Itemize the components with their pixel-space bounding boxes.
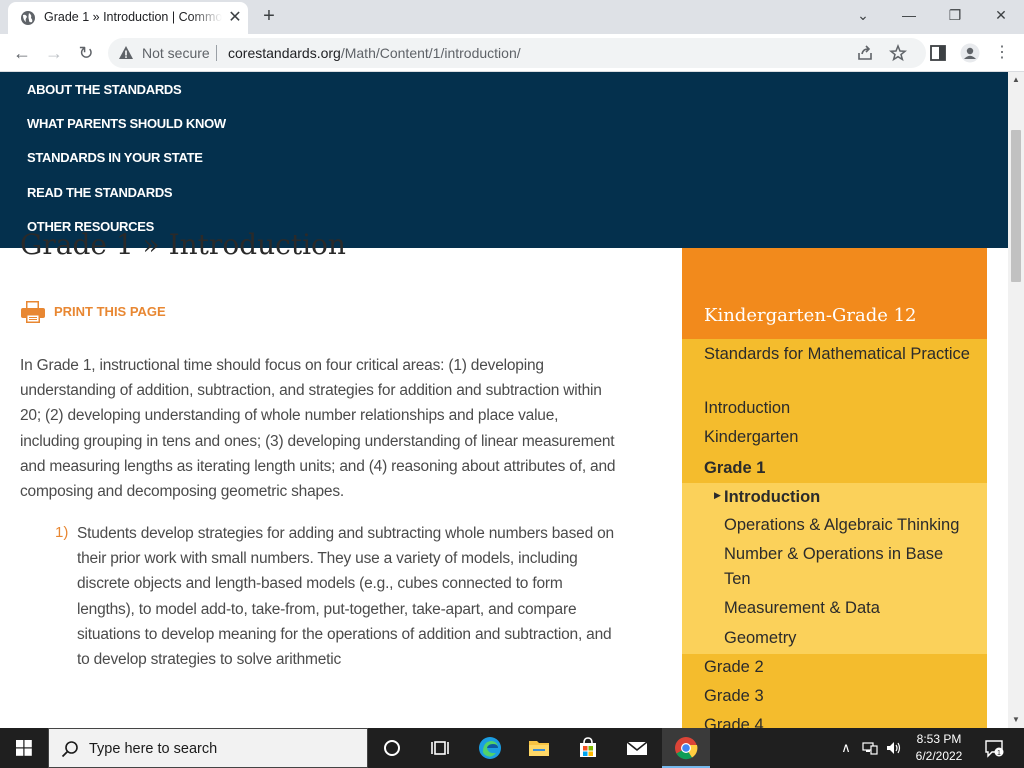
intro-paragraph: In Grade 1, instructional time should fo… bbox=[20, 357, 616, 501]
scroll-thumb[interactable] bbox=[1011, 130, 1021, 282]
url-text[interactable]: corestandards.org/Math/Content/1/introdu… bbox=[228, 45, 521, 61]
sidebar-item-kindergarten[interactable]: Kindergarten bbox=[704, 425, 798, 450]
omnibox-divider bbox=[216, 45, 217, 61]
restore-button[interactable]: ❐ bbox=[941, 4, 969, 26]
browser-tab-bar: Grade 1 » Introduction | Common Core Sta… bbox=[0, 0, 1024, 34]
svg-text:1: 1 bbox=[997, 750, 1001, 757]
site-top-nav: ABOUT THE STANDARDS WHAT PARENTS SHOULD … bbox=[0, 72, 1008, 248]
current-page-arrow-icon: ▶ bbox=[714, 490, 721, 500]
start-button[interactable] bbox=[0, 728, 48, 768]
sidebar-item-grade-1[interactable]: Grade 1 bbox=[704, 456, 765, 481]
warning-icon[interactable] bbox=[118, 45, 134, 61]
sidebar-item-grade-4[interactable]: Grade 4 bbox=[704, 713, 764, 728]
globe-icon bbox=[21, 11, 35, 25]
network-icon[interactable] bbox=[862, 740, 878, 756]
search-placeholder: Type here to search bbox=[89, 741, 218, 757]
browser-toolbar: ← → ↻ Not secure corestandards.org/Math/… bbox=[0, 34, 1024, 72]
sidebar-item-math-practice[interactable]: Standards for Mathematical Practice bbox=[704, 342, 974, 367]
side-panel-icon[interactable] bbox=[928, 43, 948, 63]
cortana-button[interactable] bbox=[368, 728, 416, 768]
page-scrollbar[interactable]: ▲ ▼ bbox=[1008, 72, 1024, 728]
print-page-link[interactable]: PRINT THIS PAGE bbox=[54, 304, 166, 319]
task-view-button[interactable] bbox=[416, 728, 464, 768]
windows-logo-icon bbox=[16, 740, 32, 756]
edge-browser-icon bbox=[479, 737, 501, 759]
sidebar-item-introduction[interactable]: Introduction bbox=[704, 396, 790, 421]
sidebar-subitem-measurement[interactable]: Measurement & Data bbox=[724, 596, 880, 621]
chrome-app-button[interactable] bbox=[662, 728, 710, 768]
share-icon[interactable] bbox=[856, 44, 874, 62]
minimize-button[interactable]: — bbox=[895, 4, 923, 26]
chrome-browser-icon bbox=[675, 737, 698, 760]
notification-center-icon[interactable]: 1 bbox=[984, 738, 1004, 758]
scroll-up-arrow-icon[interactable]: ▲ bbox=[1012, 76, 1020, 84]
nav-parents[interactable]: WHAT PARENTS SHOULD KNOW bbox=[27, 116, 226, 131]
sidebar-header: Kindergarten-Grade 12 bbox=[682, 248, 987, 339]
critical-area-1-paragraph: Students develop strategies for adding a… bbox=[77, 525, 614, 669]
tab-title: Grade 1 » Introduction | Common Core Sta… bbox=[44, 10, 222, 24]
url-domain: corestandards.org bbox=[228, 45, 341, 61]
security-label[interactable]: Not secure bbox=[142, 45, 210, 61]
printer-icon[interactable] bbox=[20, 299, 46, 325]
back-button[interactable]: ← bbox=[10, 41, 34, 65]
sidebar-subitem-base-ten[interactable]: Number & Operations in Base Ten bbox=[724, 542, 964, 592]
edge-app-button[interactable] bbox=[466, 728, 514, 768]
clock-date: 6/2/2022 bbox=[915, 749, 963, 763]
sidebar-heading[interactable]: Kindergarten-Grade 12 bbox=[704, 305, 917, 326]
mail-app-button[interactable] bbox=[613, 728, 661, 768]
taskbar-search-box[interactable]: Type here to search bbox=[48, 728, 368, 768]
page-viewport: ABOUT THE STANDARDS WHAT PARENTS SHOULD … bbox=[0, 72, 1008, 728]
nav-about-standards[interactable]: ABOUT THE STANDARDS bbox=[27, 82, 182, 97]
tab-search-icon[interactable]: ⌄ bbox=[849, 4, 877, 26]
sidebar-item-grade-2[interactable]: Grade 2 bbox=[704, 655, 764, 680]
sidebar-item-grade-3[interactable]: Grade 3 bbox=[704, 684, 764, 709]
cortana-circle-icon bbox=[384, 740, 400, 756]
store-app-button[interactable] bbox=[564, 728, 612, 768]
forward-button[interactable]: → bbox=[42, 41, 66, 65]
browser-tab[interactable]: Grade 1 » Introduction | Common Core Sta… bbox=[8, 2, 248, 34]
sidebar-subitem-geometry[interactable]: Geometry bbox=[724, 626, 796, 651]
new-tab-button[interactable]: + bbox=[258, 6, 280, 28]
nav-standards-in-state[interactable]: STANDARDS IN YOUR STATE bbox=[27, 150, 203, 165]
profile-avatar-icon[interactable] bbox=[960, 43, 980, 63]
tab-close-icon[interactable]: ✕ bbox=[225, 8, 245, 28]
bookmark-star-icon[interactable] bbox=[889, 44, 907, 62]
sidebar-subitem-introduction[interactable]: Introduction bbox=[724, 485, 820, 510]
store-bag-icon bbox=[580, 737, 596, 757]
search-icon bbox=[61, 741, 78, 758]
volume-icon[interactable] bbox=[886, 740, 902, 756]
address-bar[interactable]: Not secure corestandards.org/Math/Conten… bbox=[108, 38, 926, 68]
folder-icon bbox=[529, 741, 549, 756]
show-hidden-icons-chevron-icon[interactable]: ∧ bbox=[838, 740, 854, 756]
task-view-icon bbox=[431, 741, 449, 755]
nav-read-standards[interactable]: READ THE STANDARDS bbox=[27, 185, 173, 200]
close-window-button[interactable]: ✕ bbox=[987, 4, 1015, 26]
url-path: /Math/Content/1/introduction/ bbox=[340, 45, 521, 61]
file-explorer-button[interactable] bbox=[515, 728, 563, 768]
clock-time: 8:53 PM bbox=[916, 732, 962, 746]
windows-taskbar: Type here to search ∧ 8:53 PM 6/2/2022 1 bbox=[0, 728, 1024, 768]
grade-sidebar: Kindergarten-Grade 12 Standards for Math… bbox=[682, 248, 987, 728]
mail-envelope-icon bbox=[626, 741, 648, 755]
system-clock[interactable]: 8:53 PM 6/2/2022 bbox=[910, 731, 968, 765]
reload-button[interactable]: ↻ bbox=[74, 41, 98, 65]
menu-kebab-icon[interactable]: ⋮ bbox=[990, 41, 1014, 65]
page-title: Grade 1 » Introduction bbox=[20, 228, 346, 261]
list-number: 1) bbox=[55, 524, 69, 541]
sidebar-subitem-algebraic-thinking[interactable]: Operations & Algebraic Thinking bbox=[724, 513, 959, 538]
scroll-down-arrow-icon[interactable]: ▼ bbox=[1012, 716, 1020, 724]
